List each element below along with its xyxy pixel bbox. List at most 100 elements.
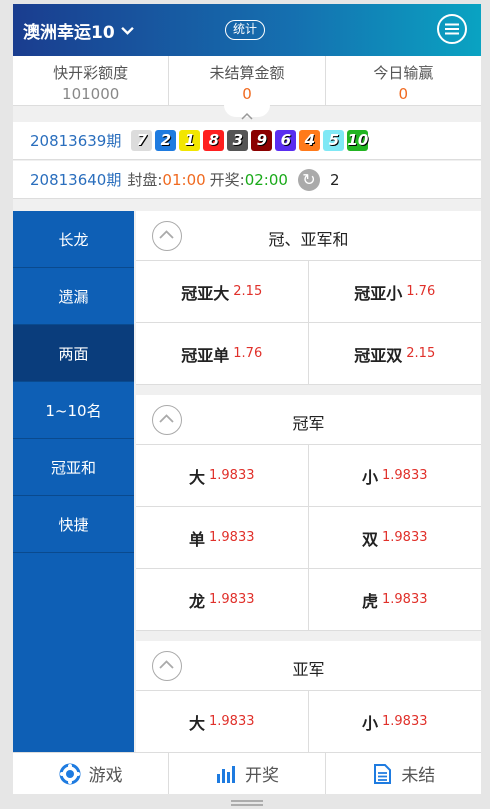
menu-icon xyxy=(445,23,459,35)
draw-ball: 8 xyxy=(203,130,225,151)
bet-option-odds: 1.9833 xyxy=(209,530,255,545)
sidebar-item[interactable]: 遗漏 xyxy=(13,268,134,325)
credit-limit: 快开彩额度 101000 xyxy=(13,56,170,105)
document-icon xyxy=(374,763,392,784)
odds-cell[interactable]: 冠亚小 1.76 xyxy=(308,261,481,323)
bottom-nav: 游戏 开奖 未结 xyxy=(13,752,481,794)
refresh-icon[interactable]: ↻ xyxy=(297,168,320,191)
bet-option-odds: 1.9833 xyxy=(209,468,255,483)
today-profit-label: 今日输赢 xyxy=(373,64,434,82)
collapse-tab[interactable] xyxy=(224,105,270,120)
nav-game[interactable]: 游戏 xyxy=(13,753,170,794)
unsettled-amount-value: 0 xyxy=(242,85,252,103)
drag-handle-icon[interactable] xyxy=(231,800,263,806)
bet-option-odds: 1.9833 xyxy=(382,592,428,607)
odds-grid: 冠亚大 2.15 冠亚小 1.76 冠亚单 1.76 冠亚双 2.15 xyxy=(136,261,481,385)
bet-option-label: 冠亚双 xyxy=(354,345,403,365)
bet-option-odds: 1.9833 xyxy=(382,530,428,545)
bet-section: 亚军大 1.9833 小 1.9833 xyxy=(136,641,481,752)
nav-unsettled[interactable]: 未结 xyxy=(326,753,481,794)
odds-cell[interactable]: 小 1.9833 xyxy=(309,691,482,752)
section-header[interactable]: 冠军 xyxy=(136,395,481,445)
draw-ball: 1 xyxy=(179,130,201,151)
app-frame: 澳洲幸运10 统计 快开彩额度 101000 未结算金额 0 今日输赢 0 20… xyxy=(13,4,481,794)
close-countdown: 01:00 xyxy=(162,170,206,189)
bet-option-label: 大 xyxy=(188,713,205,733)
stats-button[interactable]: 统计 xyxy=(225,20,266,40)
odds-cell[interactable]: 大 1.9833 xyxy=(136,445,309,507)
last-draw-period: 20813639期 xyxy=(30,132,122,150)
account-summary: 快开彩额度 101000 未结算金额 0 今日输赢 0 xyxy=(13,56,481,106)
bet-option-label: 大 xyxy=(188,467,205,487)
draw-label: 开奖: xyxy=(209,171,245,189)
draw-ball: 10 xyxy=(347,130,369,151)
odds-cell[interactable]: 双 1.9833 xyxy=(308,507,481,569)
today-profit-value: 0 xyxy=(398,85,409,103)
odds-cell[interactable]: 冠亚双 2.15 xyxy=(308,323,481,385)
bet-option-label: 双 xyxy=(361,529,378,549)
chart-icon xyxy=(216,765,235,783)
bet-option-label: 小 xyxy=(361,467,378,487)
bet-option-label: 虎 xyxy=(361,591,378,611)
draw-ball: 7 xyxy=(131,130,153,151)
credit-limit-label: 快开彩额度 xyxy=(53,64,129,82)
draw-ball: 9 xyxy=(251,130,273,151)
odds-cell[interactable]: 小 1.9833 xyxy=(308,445,481,507)
odds-cell[interactable]: 单 1.9833 xyxy=(136,507,309,569)
sidebar-item[interactable]: 两面 xyxy=(13,325,134,382)
section-title: 亚军 xyxy=(292,660,325,679)
bet-option-label: 冠亚单 xyxy=(181,345,230,365)
draw-ball: 3 xyxy=(227,130,249,151)
draw-countdown: 02:00 xyxy=(244,170,288,189)
app-header: 澳洲幸运10 统计 xyxy=(13,4,481,56)
draw-ball: 6 xyxy=(275,130,297,151)
odds-grid: 大 1.9833 小 1.9833 xyxy=(136,691,481,752)
nav-game-label: 游戏 xyxy=(88,766,123,786)
bet-option-odds: 1.9833 xyxy=(382,714,428,729)
refresh-count: 2 xyxy=(329,170,340,189)
odds-cell[interactable]: 冠亚大 2.15 xyxy=(136,261,309,323)
credit-limit-value: 101000 xyxy=(62,85,120,103)
game-title: 澳洲幸运10 xyxy=(23,23,115,43)
unsettled-amount: 未结算金额 0 xyxy=(169,56,326,105)
section-title: 冠、亚军和 xyxy=(268,230,349,249)
sidebar-item[interactable]: 冠亚和 xyxy=(13,439,134,496)
betting-content: 冠、亚军和 冠亚大 2.15 冠亚小 1.76 冠亚单 1.76 冠亚双 2.15 冠军大 1.98… xyxy=(136,211,481,752)
bet-option-odds: 2.15 xyxy=(406,346,436,361)
odds-cell[interactable]: 虎 1.9833 xyxy=(308,569,481,631)
bet-option-odds: 1.9833 xyxy=(209,714,255,729)
game-selector[interactable]: 澳洲幸运10 xyxy=(23,18,134,43)
odds-grid: 大 1.9833 小 1.9833 单 1.9833 双 1.9833 龙 1.9833 虎 1.98… xyxy=(136,445,481,631)
category-sidebar: 长龙 遗漏 两面 1~10名 冠亚和 快捷 xyxy=(13,211,134,752)
next-draw-period: 20813640期 xyxy=(30,171,122,189)
chevron-up-icon xyxy=(241,112,253,120)
sidebar-item[interactable]: 快捷 xyxy=(13,496,134,553)
draw-ball: 4 xyxy=(299,130,321,151)
section-header[interactable]: 冠、亚军和 xyxy=(136,211,481,261)
nav-results[interactable]: 开奖 xyxy=(169,753,326,794)
menu-button[interactable] xyxy=(437,14,467,44)
next-draw-row: 20813640期 封盘: 01:00 开奖: 02:00 ↻ 2 xyxy=(13,161,481,199)
last-draw-row: 20813639期 7 2 1 8 3 9 6 4 5 10 xyxy=(13,122,481,160)
nav-results-label: 开奖 xyxy=(244,766,279,786)
bet-option-odds: 1.9833 xyxy=(209,592,255,607)
bet-option-odds: 1.9833 xyxy=(382,468,428,483)
today-profit: 今日输赢 0 xyxy=(326,56,481,105)
unsettled-amount-label: 未结算金额 xyxy=(209,64,285,82)
bet-option-odds: 2.15 xyxy=(233,284,263,299)
section-header[interactable]: 亚军 xyxy=(136,641,481,691)
close-label: 封盘: xyxy=(127,171,163,189)
bet-option-odds: 1.76 xyxy=(233,346,263,361)
sidebar-item[interactable]: 长龙 xyxy=(13,211,134,268)
odds-cell[interactable]: 龙 1.9833 xyxy=(136,569,309,631)
game-icon xyxy=(59,763,81,784)
bet-option-label: 小 xyxy=(361,713,378,733)
bet-option-label: 龙 xyxy=(188,591,205,611)
nav-unsettled-label: 未结 xyxy=(401,766,436,786)
odds-cell[interactable]: 冠亚单 1.76 xyxy=(136,323,309,385)
sidebar-item[interactable]: 1~10名 xyxy=(13,382,134,439)
draw-ball: 2 xyxy=(155,130,177,151)
bet-section: 冠军大 1.9833 小 1.9833 单 1.9833 双 1.9833 龙 1.9833 虎 1.… xyxy=(136,395,481,631)
chevron-down-icon xyxy=(120,26,134,35)
odds-cell[interactable]: 大 1.9833 xyxy=(136,691,309,752)
